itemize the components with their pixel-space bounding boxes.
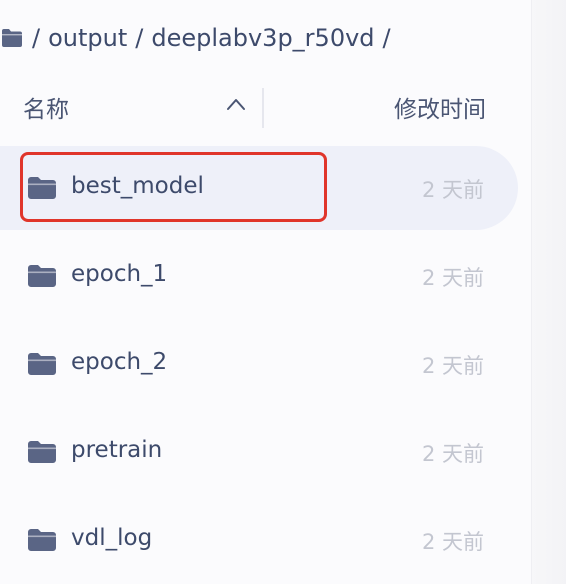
chevron-up-icon[interactable] (226, 96, 246, 112)
folder-icon (27, 352, 57, 376)
folder-icon (27, 528, 57, 552)
file-row[interactable]: pretrain 2 天前 (0, 410, 518, 494)
file-name: epoch_2 (71, 349, 168, 375)
breadcrumb-item-current[interactable]: deeplabv3p_r50vd (151, 24, 374, 52)
folder-icon (27, 440, 57, 464)
file-name: pretrain (71, 437, 163, 463)
folder-icon (27, 264, 57, 288)
breadcrumb-separator: / (32, 24, 41, 52)
file-name: epoch_1 (71, 261, 168, 287)
scroll-panel-edge (531, 0, 566, 584)
folder-icon (0, 28, 24, 48)
file-mtime: 2 天前 (421, 266, 484, 290)
file-mtime: 2 天前 (421, 530, 484, 554)
breadcrumb-item-output[interactable]: output (48, 24, 127, 52)
file-row[interactable]: epoch_1 2 天前 (0, 234, 518, 318)
column-header-name[interactable]: 名称 (23, 90, 69, 124)
breadcrumb-separator: / (135, 24, 144, 52)
file-mtime: 2 天前 (421, 442, 484, 466)
file-mtime: 2 天前 (421, 178, 484, 202)
breadcrumb: / output / deeplabv3p_r50vd / (0, 20, 399, 56)
column-resize-handle[interactable] (262, 88, 264, 128)
file-row[interactable]: vdl_log 2 天前 (0, 498, 518, 582)
column-header-mtime[interactable]: 修改时间 (394, 90, 486, 124)
file-row[interactable]: epoch_2 2 天前 (0, 322, 518, 406)
highlight-annotation (20, 152, 327, 222)
file-list-header: 名称 修改时间 (0, 88, 510, 128)
breadcrumb-separator: / (382, 24, 391, 52)
file-mtime: 2 天前 (421, 354, 484, 378)
file-name: vdl_log (71, 525, 153, 551)
